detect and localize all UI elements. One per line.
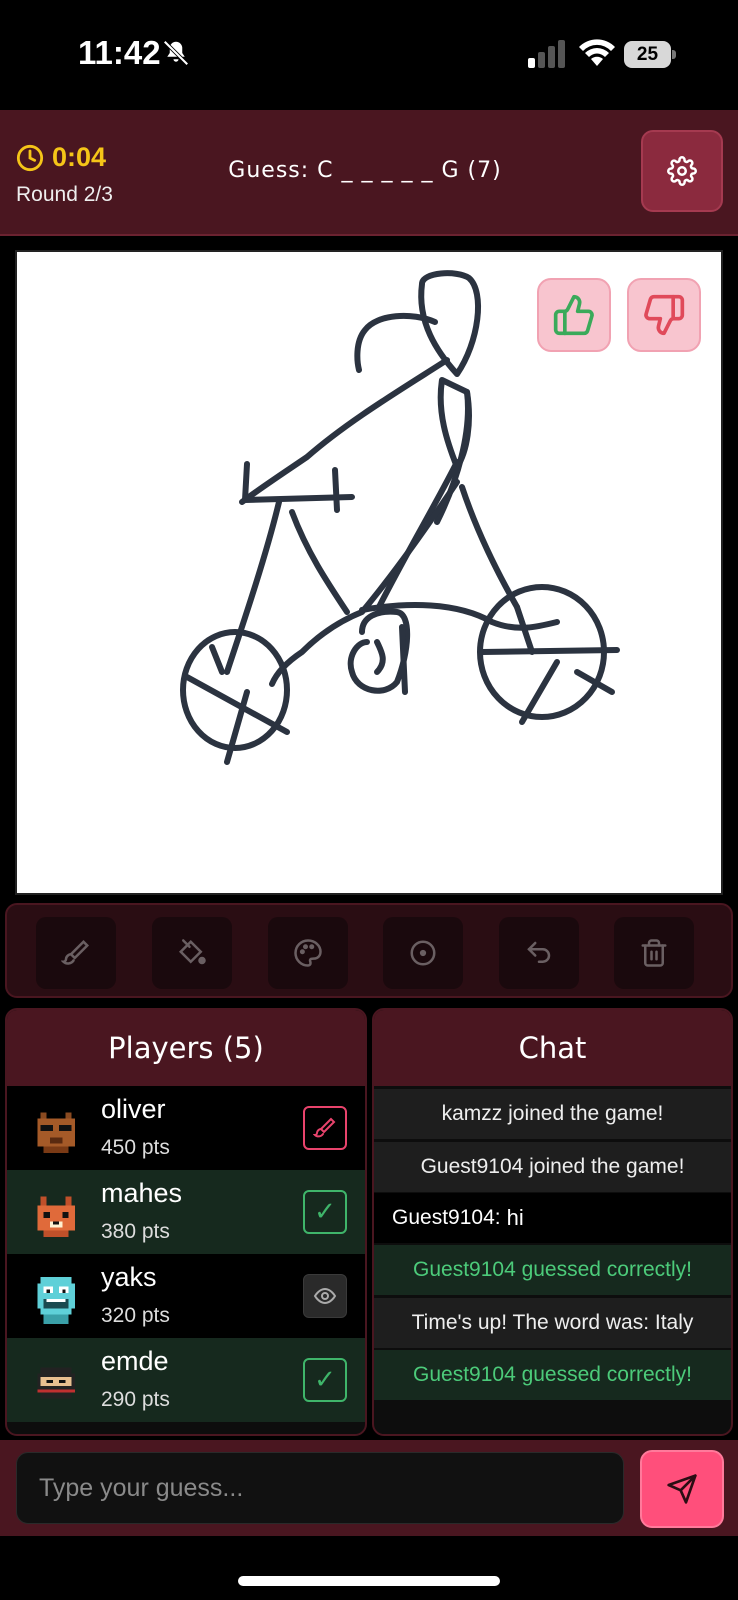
player-row[interactable]: oliver 450 pts bbox=[7, 1086, 365, 1170]
chat-correct-message: Guest9104 guessed correctly! bbox=[374, 1350, 731, 1400]
wifi-icon bbox=[579, 39, 615, 66]
guess-input[interactable] bbox=[16, 1452, 624, 1524]
brush-tool-button[interactable] bbox=[36, 917, 116, 989]
clear-canvas-button[interactable] bbox=[614, 917, 694, 989]
players-title: Players (5) bbox=[7, 1010, 365, 1086]
home-indicator[interactable] bbox=[238, 1576, 500, 1586]
brush-icon bbox=[313, 1117, 336, 1138]
status-time: 11:42 bbox=[78, 34, 161, 71]
clock-icon bbox=[16, 144, 44, 171]
players-panel: Players (5) oliver 450 pts mahes 380 pts… bbox=[5, 1008, 367, 1436]
thumbs-up-icon bbox=[553, 294, 594, 336]
drawing-toolbar bbox=[5, 903, 733, 998]
bell-slash-icon bbox=[163, 40, 189, 66]
player-row[interactable]: emde 290 pts ✓ bbox=[7, 1338, 365, 1422]
player-name: oliver bbox=[101, 1094, 166, 1124]
smiley-avatar bbox=[37, 1277, 75, 1324]
fill-bucket-icon bbox=[178, 939, 206, 965]
player-drawing bbox=[180, 270, 620, 765]
guessed-status-badge: ✓ bbox=[303, 1190, 347, 1234]
chat-author: Guest9104: bbox=[392, 1206, 501, 1229]
player-row[interactable]: mahes 380 pts ✓ bbox=[7, 1170, 365, 1254]
send-guess-button[interactable] bbox=[640, 1450, 724, 1528]
palette-icon bbox=[294, 939, 322, 967]
color-tool-button[interactable] bbox=[268, 917, 348, 989]
ninja-avatar bbox=[37, 1367, 75, 1399]
send-icon bbox=[667, 1474, 697, 1504]
player-row[interactable]: yaks 320 pts bbox=[7, 1254, 365, 1338]
undo-icon bbox=[527, 941, 551, 963]
status-bar: 11:42 25 bbox=[0, 0, 738, 110]
size-tool-button[interactable] bbox=[383, 917, 463, 989]
trash-icon bbox=[641, 939, 667, 967]
cat-avatar bbox=[37, 1112, 75, 1153]
chat-user-message: Guest9104: hi bbox=[374, 1193, 731, 1243]
settings-button[interactable] bbox=[641, 130, 723, 212]
timer: 0:04 bbox=[16, 142, 106, 173]
chat-title: Chat bbox=[374, 1010, 731, 1086]
player-name: mahes bbox=[101, 1178, 183, 1208]
battery-icon: 25 bbox=[624, 41, 676, 68]
fill-tool-button[interactable] bbox=[152, 917, 232, 989]
timer-value: 0:04 bbox=[52, 142, 107, 172]
chat-text: hi bbox=[506, 1205, 524, 1230]
player-points: 290 pts bbox=[101, 1388, 170, 1411]
signal-icon bbox=[528, 40, 565, 68]
game-header: 0:04 Round 2/3 Guess: C _ _ _ _ _ G (7) bbox=[0, 110, 738, 236]
player-name: yaks bbox=[101, 1262, 157, 1292]
player-points: 380 pts bbox=[101, 1220, 170, 1243]
guessed-status-badge: ✓ bbox=[303, 1358, 347, 1402]
brush-size-icon bbox=[410, 940, 436, 966]
like-drawing-button[interactable] bbox=[537, 278, 611, 352]
drawing-status-badge bbox=[303, 1106, 347, 1150]
brush-icon bbox=[61, 939, 90, 965]
round-indicator: Round 2/3 bbox=[16, 183, 113, 206]
thumbs-down-icon bbox=[644, 294, 685, 336]
chat-system-message: Guest9104 joined the game! bbox=[374, 1142, 731, 1192]
chat-correct-message: Guest9104 guessed correctly! bbox=[374, 1245, 731, 1295]
chat-system-message: kamzz joined the game! bbox=[374, 1089, 731, 1139]
eye-icon bbox=[313, 1287, 337, 1305]
battery-level: 25 bbox=[636, 44, 659, 65]
spectating-status-badge bbox=[303, 1274, 347, 1318]
undo-button[interactable] bbox=[499, 917, 579, 989]
gear-icon bbox=[667, 156, 697, 186]
player-points: 450 pts bbox=[101, 1136, 170, 1159]
fox-avatar bbox=[37, 1196, 75, 1237]
drawing-canvas[interactable] bbox=[15, 250, 723, 895]
player-points: 320 pts bbox=[101, 1304, 170, 1327]
word-hint: Guess: C _ _ _ _ _ G (7) bbox=[228, 158, 502, 183]
chat-system-message: Time's up! The word was: Italy bbox=[374, 1298, 731, 1348]
chat-panel: Chat kamzz joined the game! Guest9104 jo… bbox=[372, 1008, 733, 1436]
dislike-drawing-button[interactable] bbox=[627, 278, 701, 352]
guess-input-bar bbox=[0, 1440, 738, 1536]
player-name: emde bbox=[101, 1346, 169, 1376]
